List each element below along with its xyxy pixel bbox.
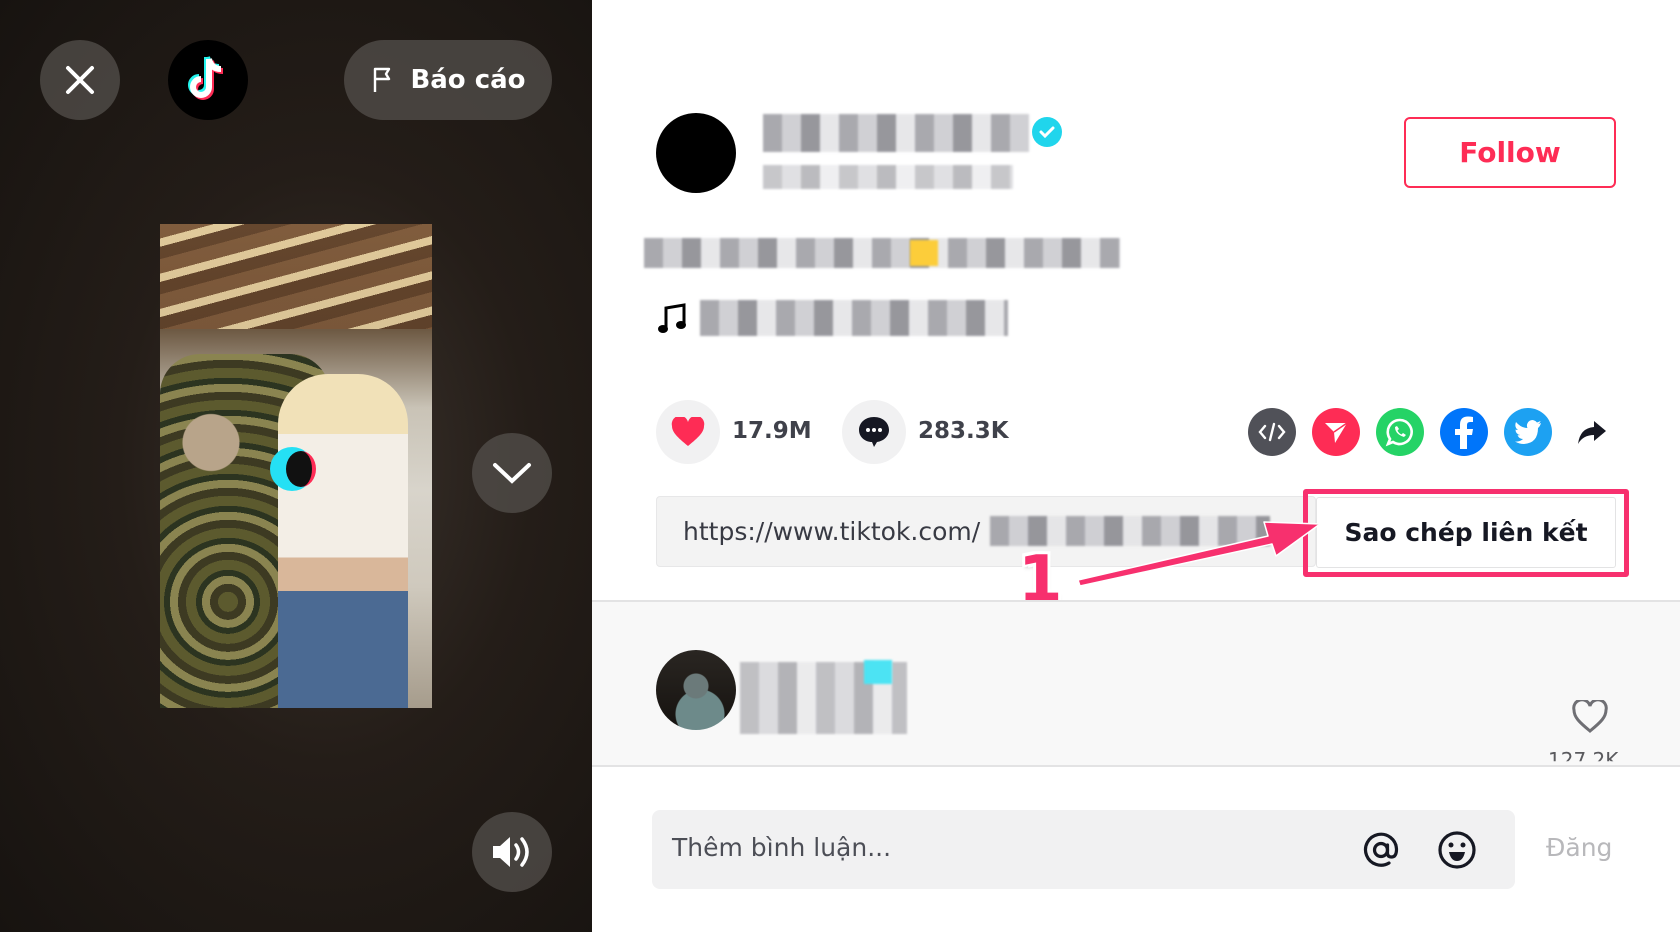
send-icon [1325, 422, 1348, 443]
video-link-text: https://www.tiktok.com/ [683, 517, 981, 546]
mention-at-icon[interactable] [1361, 830, 1401, 870]
whatsapp-icon [1385, 418, 1413, 447]
verified-badge-icon [1032, 117, 1062, 147]
comment-bubble-icon [859, 417, 889, 447]
close-icon [66, 66, 94, 94]
music-note-icon [658, 303, 686, 333]
twitter-icon [1515, 420, 1541, 444]
comment-like-icon[interactable] [1572, 700, 1608, 734]
music-disc-icon [270, 447, 316, 491]
report-label: Báo cáo [410, 65, 526, 95]
tiktok-logo-icon [188, 56, 224, 100]
tiktok-logo[interactable] [168, 40, 248, 120]
close-button[interactable] [40, 40, 120, 120]
flag-icon [374, 67, 391, 92]
facebook-share-button[interactable] [1440, 408, 1488, 456]
report-button[interactable]: Báo cáo [344, 40, 552, 120]
embed-icon [1258, 422, 1286, 442]
author-avatar[interactable] [656, 113, 736, 193]
share-arrow-icon [1578, 421, 1606, 444]
music-title-redacted[interactable] [700, 300, 1008, 336]
heart-icon [671, 417, 705, 446]
caption-emoji [910, 240, 938, 266]
like-button[interactable] [656, 400, 720, 464]
twitter-share-button[interactable] [1504, 408, 1552, 456]
more-share-button[interactable] [1568, 408, 1616, 456]
video-link-path-redacted [990, 516, 1270, 546]
copy-link-button[interactable]: Sao chép liên kết [1316, 497, 1616, 568]
embed-share-button[interactable] [1248, 408, 1296, 456]
video-caption-redacted [644, 238, 1120, 268]
comment-button[interactable] [842, 400, 906, 464]
volume-icon [493, 837, 529, 867]
emoji-icon[interactable] [1437, 830, 1477, 870]
facebook-icon [1455, 416, 1473, 449]
whatsapp-share-button[interactable] [1376, 408, 1424, 456]
comment-count: 283.3K [918, 418, 1009, 444]
volume-button[interactable] [472, 812, 552, 892]
like-count: 17.9M [732, 418, 812, 444]
commenter-avatar[interactable] [656, 650, 736, 730]
comment-emoji [864, 660, 892, 684]
follow-button[interactable]: Follow [1404, 117, 1616, 188]
author-handle-redacted [763, 165, 1013, 189]
chevron-down-icon [493, 463, 531, 484]
comment-placeholder: Thêm bình luận... [672, 833, 892, 862]
next-video-button[interactable] [472, 433, 552, 513]
author-name-redacted[interactable] [763, 114, 1029, 152]
send-share-button[interactable] [1312, 408, 1360, 456]
post-comment-button[interactable]: Đăng [1546, 833, 1612, 862]
video-player-panel: Báo cáo [0, 0, 592, 932]
